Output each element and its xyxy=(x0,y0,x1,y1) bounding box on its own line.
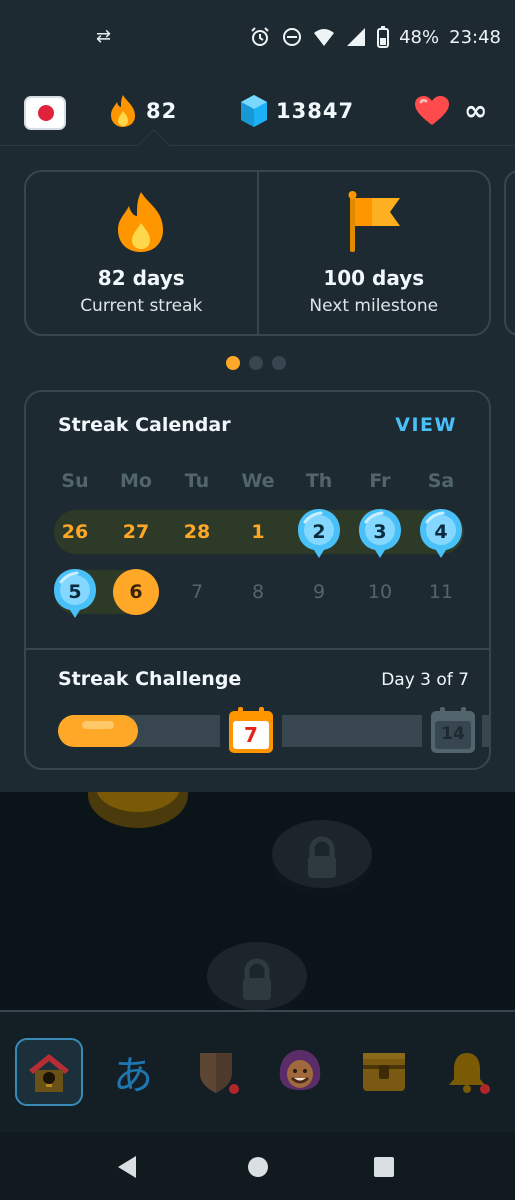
status-bar: ⇄ 48% 23:48 xyxy=(0,0,515,80)
next-milestone-label: Next milestone xyxy=(309,296,439,316)
locked-lesson-node[interactable] xyxy=(207,938,307,1010)
next-milestone-card: 100 days Next milestone xyxy=(256,172,490,334)
nav-notifications[interactable] xyxy=(434,1038,502,1106)
hearts-value: ∞ xyxy=(464,94,489,127)
challenge-progress-label: Day 3 of 7 xyxy=(381,670,469,690)
challenge-title: Streak Challenge xyxy=(58,668,242,690)
calendar-day: 1 xyxy=(251,521,265,543)
hearts-stat[interactable]: ∞ xyxy=(414,94,488,127)
status-icons: 48% 23:48 xyxy=(249,26,501,48)
nav-profile[interactable] xyxy=(266,1038,334,1106)
flame-icon xyxy=(111,95,135,127)
lesson-path-background xyxy=(0,792,515,1010)
battery-icon xyxy=(377,26,390,48)
calendar-milestone-icon: 7 xyxy=(228,706,274,754)
challenge-progress-fill xyxy=(58,715,138,747)
weekday-label: Fr xyxy=(369,470,391,492)
locked-lesson-node[interactable] xyxy=(272,816,372,896)
nav-characters[interactable]: あ xyxy=(99,1038,167,1106)
streak-calendar-card: Streak Calendar VIEW Su Mo Tu We Th Fr S… xyxy=(24,390,491,770)
nav-leagues[interactable] xyxy=(183,1038,251,1106)
weekday-label: We xyxy=(241,470,275,492)
battery-percent: 48% xyxy=(399,26,440,48)
milestone-day-number: 7 xyxy=(244,723,258,747)
calendar-day: 9 xyxy=(312,581,326,603)
calendar-milestone-icon: 14 xyxy=(430,706,476,754)
profile-avatar-icon xyxy=(279,1050,321,1090)
streak-cards[interactable]: 82 days Current streak 100 days Next mil… xyxy=(24,170,491,336)
challenge-progress-track xyxy=(482,715,491,747)
next-milestone-value: 100 days xyxy=(323,266,425,290)
flame-icon xyxy=(118,192,164,252)
current-streak-value: 82 days xyxy=(97,266,185,290)
calendar-day-today: 6 xyxy=(113,569,159,615)
notifications-bell-icon xyxy=(449,1053,490,1094)
data-sync-icon: ⇄ xyxy=(96,26,112,47)
system-navigation-bar xyxy=(0,1132,515,1200)
calendar-day: 10 xyxy=(367,581,393,603)
progress-shine xyxy=(82,721,114,729)
recents-icon[interactable] xyxy=(371,1154,397,1180)
challenge-progress-track xyxy=(282,715,422,747)
top-stats-bar: 82 13847 ∞ xyxy=(0,80,515,146)
current-streak-card: 82 days Current streak xyxy=(26,172,257,334)
pager-dot[interactable] xyxy=(272,356,286,370)
calendar-day: 5 xyxy=(68,581,82,603)
clock: 23:48 xyxy=(449,26,501,48)
home-icon xyxy=(29,1054,69,1092)
weekday-label: Tu xyxy=(184,470,210,492)
japan-flag-icon[interactable] xyxy=(24,96,66,130)
weekday-label: Th xyxy=(305,470,333,492)
gems-count: 13847 xyxy=(276,99,355,123)
streak-count: 82 xyxy=(146,99,178,123)
calendar-day: 26 xyxy=(61,521,89,543)
calendar-day: 28 xyxy=(183,521,211,543)
milestone-day-number: 14 xyxy=(441,724,465,744)
calendar-day: 4 xyxy=(434,521,448,543)
calendar-day: 3 xyxy=(373,521,387,543)
alarm-icon xyxy=(251,27,269,46)
next-card-peek[interactable] xyxy=(504,170,515,336)
calendar-day: 11 xyxy=(428,581,454,603)
weekday-label: Sa xyxy=(427,470,455,492)
current-streak-label: Current streak xyxy=(80,296,203,316)
pager-dot[interactable] xyxy=(249,356,263,370)
calendar-title: Streak Calendar xyxy=(58,414,231,436)
wifi-icon xyxy=(314,29,335,46)
streak-stat[interactable]: 82 xyxy=(108,94,177,128)
weekday-label: Mo xyxy=(120,470,152,492)
treasure-chest-icon xyxy=(363,1053,405,1091)
calendar-day: 27 xyxy=(122,521,150,543)
nav-shop[interactable] xyxy=(350,1038,418,1106)
heart-icon xyxy=(415,95,449,125)
card-pager xyxy=(226,356,286,370)
calendar-day: 2 xyxy=(312,521,326,543)
weekday-label: Su xyxy=(61,470,89,492)
pager-dot[interactable] xyxy=(226,356,240,370)
signal-icon xyxy=(347,28,366,46)
nav-home[interactable] xyxy=(15,1038,83,1106)
characters-icon: あ xyxy=(113,1053,153,1099)
gems-stat[interactable]: 13847 xyxy=(240,94,354,128)
calendar-view-button[interactable]: VIEW xyxy=(395,414,457,436)
back-icon[interactable] xyxy=(114,1154,140,1180)
leagues-shield-icon xyxy=(200,1053,239,1094)
flag-icon xyxy=(348,191,400,252)
do-not-disturb-icon xyxy=(283,28,302,46)
bottom-navigation: あ xyxy=(0,1010,515,1132)
home-button-icon[interactable] xyxy=(245,1154,271,1180)
divider xyxy=(26,648,489,650)
calendar-day: 8 xyxy=(251,581,265,603)
gem-icon xyxy=(241,95,267,127)
calendar-day: 7 xyxy=(190,581,204,603)
